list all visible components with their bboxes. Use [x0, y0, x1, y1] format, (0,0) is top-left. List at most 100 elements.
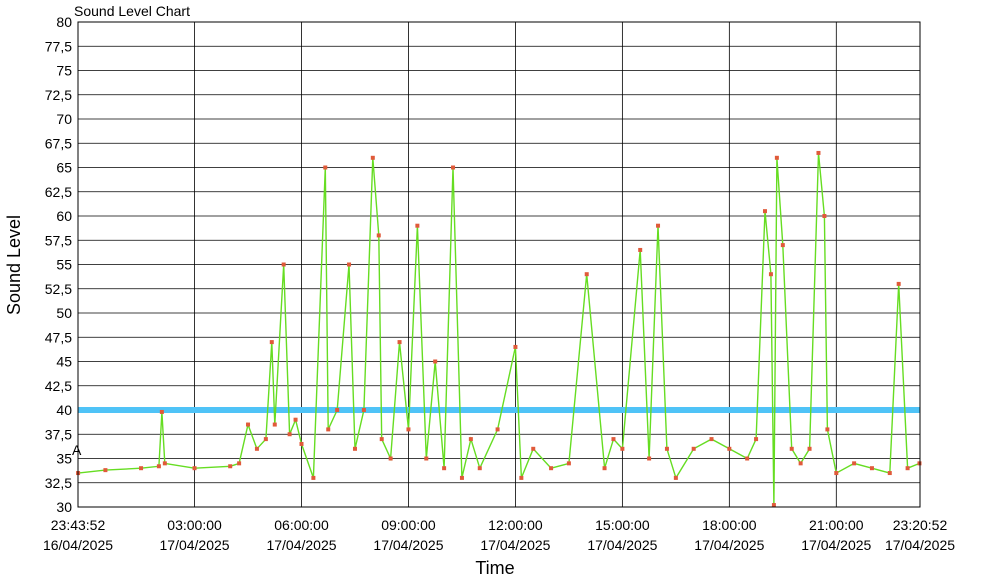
- data-point: [852, 461, 857, 466]
- data-point: [335, 408, 340, 412]
- data-point: [433, 359, 438, 364]
- data-point: [192, 466, 197, 471]
- data-point: [323, 165, 328, 170]
- data-point: [156, 464, 161, 469]
- data-point: [272, 422, 277, 427]
- data-point: [887, 471, 892, 476]
- data-point: [780, 243, 785, 248]
- data-point: [762, 209, 767, 214]
- x-tick-time: 09:00:00: [381, 517, 436, 533]
- data-point: [673, 475, 678, 480]
- data-point: [376, 233, 381, 238]
- data-point: [326, 427, 331, 432]
- data-point: [347, 262, 352, 267]
- data-point: [602, 466, 607, 471]
- data-point: [834, 471, 839, 476]
- data-point: [798, 461, 803, 466]
- data-point: [442, 466, 447, 471]
- data-point: [139, 466, 144, 471]
- data-point: [647, 456, 652, 461]
- data-point: [468, 437, 473, 442]
- data-point: [162, 461, 167, 466]
- data-point: [531, 446, 536, 451]
- y-tick-label: 72,5: [45, 87, 72, 103]
- x-tick-date: 17/04/2025: [885, 537, 955, 553]
- x-tick-date: 17/04/2025: [480, 537, 550, 553]
- x-axis-title: Time: [475, 558, 514, 578]
- data-point: [869, 466, 874, 471]
- y-axis-title: Sound Level: [4, 215, 24, 315]
- data-point: [620, 446, 625, 451]
- data-point: [519, 475, 524, 480]
- series-line: [78, 152, 920, 506]
- data-point: [611, 437, 616, 442]
- data-point: [352, 446, 357, 451]
- x-tick-time: 06:00:00: [274, 517, 329, 533]
- data-point: [287, 432, 292, 437]
- data-point: [495, 427, 500, 432]
- series-group: [76, 150, 922, 508]
- data-point: [822, 214, 827, 218]
- data-point: [656, 223, 661, 228]
- y-tick-label: 62,5: [45, 184, 72, 200]
- data-point: [771, 503, 776, 508]
- y-tick-label: 32,5: [45, 475, 72, 491]
- y-axis-ticks: 80 77,5 75 72,5 70 67,5 65 62,5 60 57,5 55 52,5 50 47…: [45, 14, 72, 515]
- data-point: [246, 422, 251, 427]
- data-point: [406, 427, 411, 432]
- x-tick-date: 17/04/2025: [801, 537, 871, 553]
- x-tick-time: 23:20:52: [893, 517, 948, 533]
- data-point: [709, 437, 714, 442]
- x-tick-date: 17/04/2025: [694, 537, 764, 553]
- data-point: [917, 461, 922, 466]
- data-point: [237, 461, 242, 466]
- data-point: [477, 466, 482, 471]
- y-tick-label: 55: [56, 257, 72, 273]
- x-tick-date: 16/04/2025: [43, 537, 113, 553]
- data-point: [370, 155, 375, 160]
- data-point: [789, 446, 794, 451]
- data-point: [584, 272, 589, 277]
- data-point: [745, 456, 750, 461]
- chart-grid: [77, 21, 921, 508]
- data-point: [311, 475, 316, 480]
- data-point: [269, 340, 274, 345]
- data-point: [459, 475, 464, 480]
- y-tick-label: 57,5: [45, 232, 72, 248]
- y-tick-label: 77,5: [45, 38, 72, 54]
- data-point: [549, 466, 554, 471]
- y-tick-label: 67,5: [45, 135, 72, 151]
- data-point: [513, 344, 518, 349]
- x-tick-date: 17/04/2025: [160, 537, 230, 553]
- data-point: [566, 461, 571, 466]
- data-point: [768, 272, 773, 277]
- data-point: [638, 247, 643, 252]
- data-point: [293, 417, 298, 422]
- y-tick-label: 37,5: [45, 426, 72, 442]
- y-tick-label: 65: [56, 160, 72, 176]
- data-point: [774, 155, 779, 160]
- data-point: [361, 408, 366, 412]
- y-tick-label: 70: [56, 111, 72, 127]
- y-tick-label: 60: [56, 208, 72, 224]
- y-tick-label: 35: [56, 451, 72, 467]
- data-point: [816, 150, 821, 155]
- y-tick-label: 40: [56, 402, 72, 418]
- x-tick-date: 17/04/2025: [266, 537, 336, 553]
- y-tick-label: 47,5: [45, 329, 72, 345]
- x-tick-time: 18:00:00: [702, 517, 757, 533]
- x-tick-date: 17/04/2025: [587, 537, 657, 553]
- data-point: [103, 468, 108, 473]
- chart-title: Sound Level Chart: [74, 3, 190, 19]
- x-tick-time: 23:43:52: [51, 517, 106, 533]
- data-point: [807, 446, 812, 451]
- data-point: [424, 456, 429, 461]
- data-point: [905, 466, 910, 471]
- data-point: [388, 456, 393, 461]
- data-point: [664, 446, 669, 451]
- data-point: [727, 446, 732, 451]
- y-tick-label: 30: [56, 499, 72, 515]
- data-point: [228, 464, 233, 469]
- data-point: [691, 446, 696, 451]
- y-tick-label: 75: [56, 63, 72, 79]
